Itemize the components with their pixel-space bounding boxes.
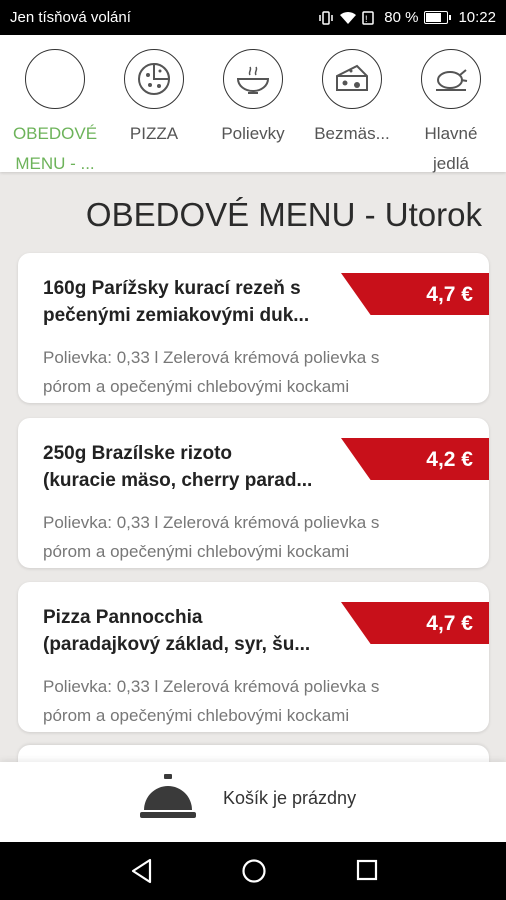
menu-item-card[interactable]: 160g Parížsky kurací rezeň s pečenými zem… <box>18 253 489 403</box>
item-name: Pizza Pannocchia (paradajkový základ, syr… <box>43 607 311 655</box>
menu-item-card[interactable]: Pizza Pannocchia (paradajkový základ, syr… <box>18 582 489 732</box>
category-polievky[interactable]: Polievky <box>203 35 303 149</box>
blank-circle-icon <box>25 49 85 109</box>
category-bezmasite[interactable]: Bezmäs... <box>302 35 402 149</box>
category-label: PIZZA <box>129 124 179 143</box>
home-icon[interactable] <box>241 858 267 889</box>
category-bar: OBEDOVÉ MENU - ... PIZZA Polievky Bezmäs.… <box>0 35 506 173</box>
system-nav-bar <box>0 842 506 900</box>
price-badge: 4,2 € <box>341 438 489 480</box>
roast-chicken-icon <box>421 49 481 109</box>
category-obedove-menu[interactable]: OBEDOVÉ MENU - ... <box>5 35 105 179</box>
category-label-line2: MENU - ... <box>15 154 95 173</box>
status-bar: Jen tísňová volání ! 80 % 10:22 <box>0 0 506 35</box>
wifi-icon <box>340 11 357 25</box>
category-label: Hlavné <box>424 124 478 143</box>
svg-text:!: ! <box>365 14 368 24</box>
recents-icon[interactable] <box>355 858 379 887</box>
signal-icon: ! <box>362 10 378 25</box>
soup-bowl-icon <box>223 49 283 109</box>
price-badge: 4,7 € <box>341 602 489 644</box>
item-description: Polievka: 0,33 l Zelerová krémová poliev… <box>43 677 380 725</box>
category-pizza[interactable]: PIZZA <box>104 35 204 149</box>
item-description: Polievka: 0,33 l Zelerová krémová poliev… <box>43 513 380 561</box>
pizza-icon <box>124 49 184 109</box>
category-label-line2: jedlá <box>433 154 469 173</box>
back-icon[interactable] <box>130 858 154 889</box>
item-name: 160g Parížsky kurací rezeň s pečenými zem… <box>43 278 310 326</box>
vibrate-icon <box>318 10 334 25</box>
battery-icon <box>424 11 452 24</box>
clock: 10:22 <box>458 9 496 26</box>
cart-status-text: Košík je prázdny <box>223 788 357 808</box>
page-title: OBEDOVÉ MENU - Utorok <box>85 196 482 233</box>
cart-bar[interactable]: Košík je prázdny <box>0 762 506 842</box>
cheese-icon <box>322 49 382 109</box>
menu-item-card[interactable]: 250g Brazílske rizoto (kuracie mäso, cher… <box>18 418 489 568</box>
battery-percent: 80 % <box>384 9 419 26</box>
price-badge: 4,7 € <box>341 273 489 315</box>
category-label: OBEDOVÉ <box>12 124 98 143</box>
category-label: Polievky <box>221 124 285 143</box>
service-bell-icon <box>138 770 198 831</box>
item-name: 250g Brazílske rizoto (kuracie mäso, cher… <box>43 443 313 491</box>
item-description: Polievka: 0,33 l Zelerová krémová poliev… <box>43 348 380 396</box>
carrier-text: Jen tísňová volání <box>10 9 131 26</box>
category-label: Bezmäs... <box>314 124 390 143</box>
category-hlavne-jedla[interactable]: Hlavné jedlá <box>401 35 501 179</box>
